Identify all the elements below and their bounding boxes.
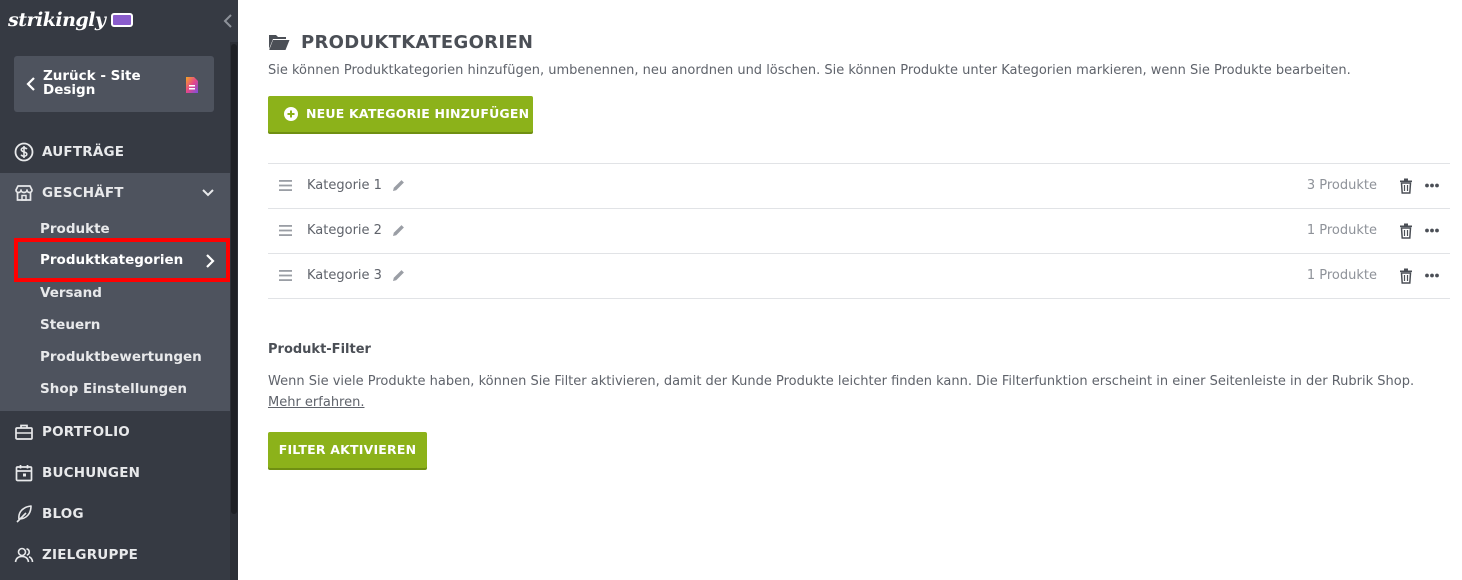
sidebar-subitem-shop-settings[interactable]: Shop Einstellungen: [40, 381, 187, 397]
sidebar-item-label: GESCHÄFT: [42, 185, 124, 201]
sidebar-subitem-shipping[interactable]: Versand: [40, 285, 102, 301]
sidebar-item-label: PORTFOLIO: [42, 424, 130, 440]
logo[interactable]: strikingly: [8, 6, 134, 34]
sidebar-item-label: BLOG: [42, 506, 84, 522]
sidebar: strikingly Zurück - Site Design AUFTRÄGE…: [0, 0, 238, 580]
sidebar-item-label: AUFTRÄGE: [42, 144, 125, 160]
category-product-count: 1 Produkte: [1306, 223, 1377, 238]
feather-icon: [16, 505, 32, 523]
store-icon: [15, 185, 33, 201]
page-heading: PRODUKTKATEGORIEN: [268, 30, 533, 54]
pencil-icon[interactable]: [391, 268, 406, 283]
sidebar-item-label: ZIELGRUPPE: [42, 547, 139, 563]
category-product-count: 3 Produkte: [1306, 178, 1377, 193]
page-description: Sie können Produktkategorien hinzufügen,…: [268, 63, 1351, 78]
sidebar-subitem-products[interactable]: Produkte: [40, 221, 110, 237]
logo-text: strikingly: [8, 9, 106, 31]
chevron-down-icon: [202, 189, 214, 197]
filter-description-text: Wenn Sie viele Produkte haben, können Si…: [268, 374, 1415, 389]
trash-icon[interactable]: [1399, 268, 1413, 284]
sidebar-item-orders[interactable]: AUFTRÄGE: [0, 132, 230, 172]
plus-circle-icon: [284, 107, 298, 121]
folder-open-icon: [269, 35, 290, 50]
trash-icon[interactable]: [1399, 223, 1413, 239]
sidebar-subitem-product-categories[interactable]: Produktkategorien: [14, 238, 230, 282]
page-title: PRODUKTKATEGORIEN: [301, 31, 534, 53]
category-list: Kategorie 1 3 Produkte Kategorie 2 1 Pro…: [268, 163, 1450, 299]
sidebar-item-portfolio[interactable]: PORTFOLIO: [0, 412, 230, 452]
more-options-icon[interactable]: [1425, 273, 1439, 278]
trash-icon[interactable]: [1399, 178, 1413, 194]
filter-section-title: Produkt-Filter: [268, 342, 371, 357]
activate-filter-button[interactable]: FILTER AKTIVIEREN: [268, 432, 427, 468]
category-row: Kategorie 2 1 Produkte: [268, 209, 1450, 254]
add-category-label: NEUE KATEGORIE HINZUFÜGEN: [306, 106, 530, 121]
calendar-icon: [15, 465, 33, 482]
category-row: Kategorie 3 1 Produkte: [268, 254, 1450, 299]
chevron-left-icon: [26, 77, 35, 91]
sidebar-subitem-taxes[interactable]: Steuern: [40, 317, 100, 333]
sidebar-item-store[interactable]: GESCHÄFT: [0, 173, 230, 213]
category-name: Kategorie 3: [307, 268, 382, 283]
drag-handle-icon[interactable]: [279, 225, 292, 236]
more-options-icon[interactable]: [1425, 183, 1439, 188]
category-name: Kategorie 1: [307, 178, 382, 193]
category-row: Kategorie 1 3 Produkte: [268, 164, 1450, 209]
sidebar-subitem-reviews[interactable]: Produktbewertungen: [40, 349, 202, 365]
pencil-icon[interactable]: [391, 223, 406, 238]
page-icon: [186, 77, 198, 93]
back-button-label: Zurück - Site Design: [43, 68, 141, 98]
add-category-button[interactable]: NEUE KATEGORIE HINZUFÜGEN: [268, 96, 533, 132]
learn-more-link[interactable]: Mehr erfahren.: [268, 395, 364, 410]
more-options-icon[interactable]: [1425, 228, 1439, 233]
sidebar-item-blog[interactable]: BLOG: [0, 494, 230, 534]
chevron-right-icon: [206, 254, 215, 268]
sidebar-subitem-label: Produktkategorien: [40, 252, 184, 268]
activate-filter-label: FILTER AKTIVIEREN: [278, 442, 417, 457]
category-name: Kategorie 2: [307, 223, 382, 238]
sidebar-item-audience[interactable]: ZIELGRUPPE: [0, 535, 230, 575]
pencil-icon[interactable]: [391, 178, 406, 193]
drag-handle-icon[interactable]: [279, 270, 292, 281]
sidebar-scrollbar-thumb[interactable]: [231, 44, 237, 514]
drag-handle-icon[interactable]: [279, 180, 292, 191]
filter-description: Wenn Sie viele Produkte haben, können Si…: [268, 371, 1450, 413]
dollar-circle-icon: [14, 142, 34, 162]
sidebar-item-label: BUCHUNGEN: [42, 465, 141, 481]
back-to-site-design-button[interactable]: Zurück - Site Design: [14, 56, 214, 112]
logo-badge-icon: [111, 13, 134, 27]
category-product-count: 1 Produkte: [1306, 268, 1377, 283]
collapse-sidebar-icon[interactable]: [222, 13, 234, 29]
briefcase-icon: [15, 424, 33, 440]
users-icon: [14, 547, 34, 563]
sidebar-item-bookings[interactable]: BUCHUNGEN: [0, 453, 230, 493]
